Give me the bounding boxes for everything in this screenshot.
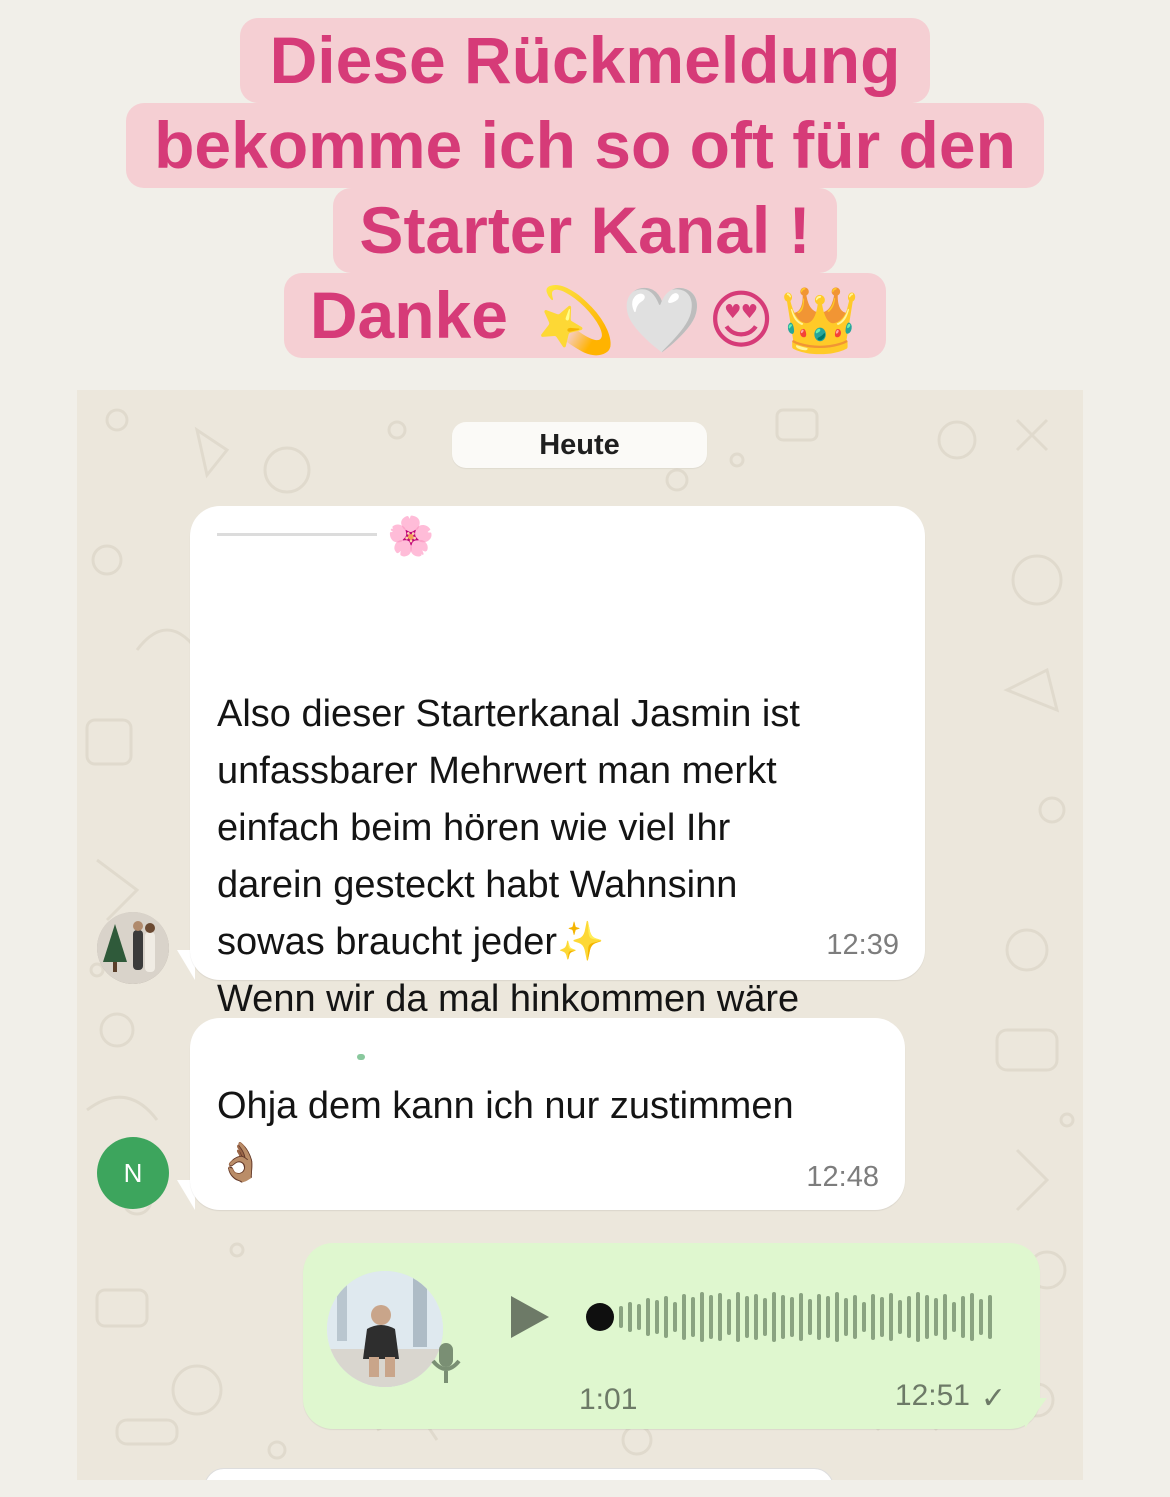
date-separator: Heute	[452, 422, 707, 468]
voice-waveform[interactable]	[585, 1287, 1005, 1347]
headline-danke: Danke	[309, 278, 508, 352]
sent-check-icon: ✓	[980, 1382, 1006, 1415]
heart-eyes-emoji-icon: 😍	[707, 283, 775, 358]
message-text: Ohja dem kann ich nur zustimmen 👌🏽	[217, 1085, 794, 1184]
bubble-tail	[1025, 1398, 1047, 1428]
incoming-message-bubble[interactable]: 🌸 Also dieser Starterkanal Jasmin ist un…	[190, 506, 925, 1077]
headline-line-2: bekomme ich so oft für den	[126, 103, 1044, 188]
headline-line-1: Diese Rückmeldung	[239, 18, 931, 103]
voice-duration: 1:01	[579, 1383, 638, 1416]
avatar-photo-icon	[97, 912, 169, 984]
white-heart-emoji-icon: 🤍	[622, 283, 702, 358]
headline: Diese Rückmeldung bekomme ich so oft für…	[0, 18, 1170, 358]
incoming-message-bubble[interactable]: Ohja dem kann ich nur zustimmen 👌🏽 12:48	[190, 1018, 905, 1210]
sender-name-redacted: 🌸	[217, 516, 434, 558]
message-input-edge[interactable]	[204, 1468, 834, 1480]
microphone-icon	[431, 1343, 461, 1383]
avatar-initial[interactable]: N	[97, 1137, 169, 1209]
redacted-sender	[217, 532, 377, 542]
message-timestamp: 12:48	[806, 1161, 879, 1193]
avatar[interactable]	[97, 912, 169, 984]
message-timestamp: 12:51	[894, 1379, 970, 1412]
headline-line-4: Danke 💫 🤍 😍 👑	[283, 273, 887, 358]
cherry-blossom-icon: 🌸	[387, 516, 435, 558]
headline-emojis: 💫 🤍 😍 👑	[536, 289, 860, 353]
redacted-sender	[357, 1054, 365, 1060]
dizzy-emoji-icon: 💫	[536, 283, 617, 358]
outgoing-voice-message[interactable]: 1:01 12:51 ✓	[303, 1243, 1040, 1429]
message-timestamp: 12:39	[826, 929, 899, 961]
play-button-icon[interactable]	[507, 1292, 553, 1342]
headline-line-3: Starter Kanal !	[333, 188, 837, 273]
crown-emoji-icon: 👑	[780, 283, 861, 358]
chat-screenshot: Heute 🌸 Also dieser Starterkanal Jasmin …	[77, 390, 1083, 1480]
